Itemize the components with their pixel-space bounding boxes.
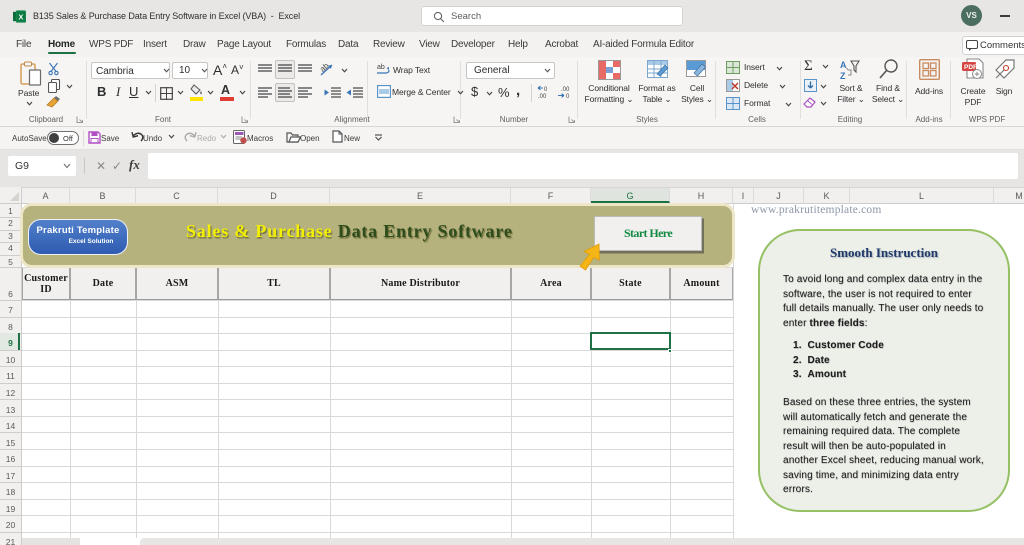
svg-text:A: A (840, 60, 847, 70)
svg-text:ab: ab (377, 64, 385, 71)
svg-text:ab: ab (320, 62, 331, 74)
svg-text:0: 0 (544, 87, 548, 93)
svg-text:.00: .00 (561, 87, 570, 93)
svg-text:Z: Z (840, 71, 846, 81)
svg-text:0: 0 (566, 94, 570, 99)
svg-text:.00: .00 (538, 94, 547, 99)
svg-text:X: X (19, 12, 24, 21)
